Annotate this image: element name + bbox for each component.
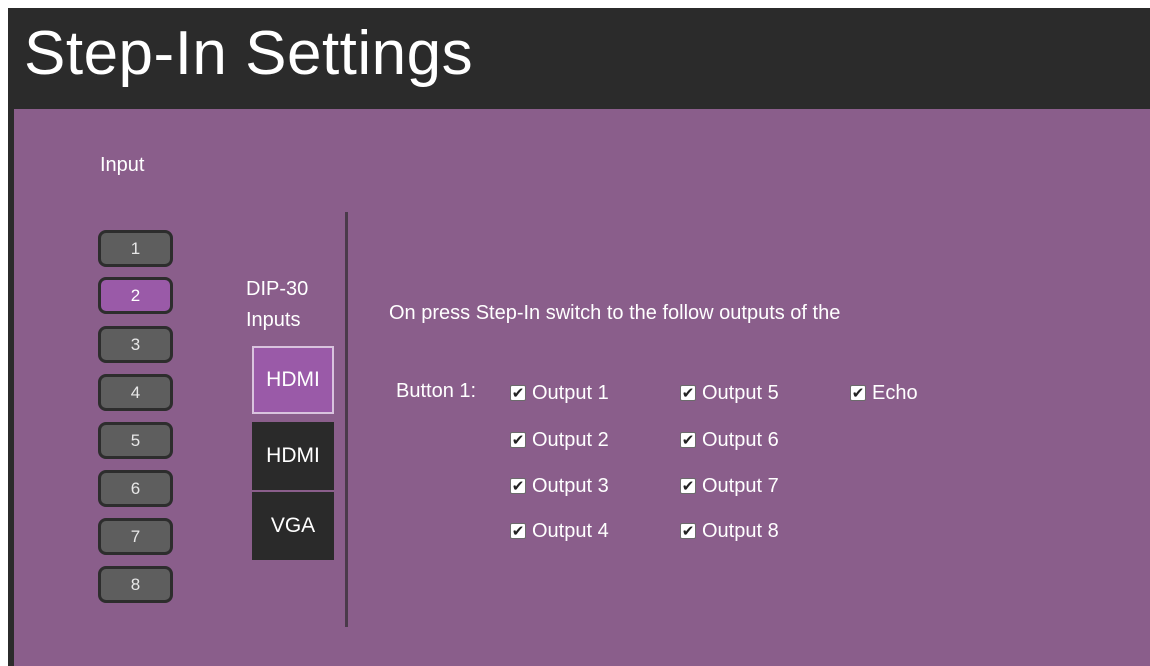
output-4-label: Output 4 <box>532 519 609 542</box>
checkmark-icon[interactable]: ✔ <box>680 523 696 539</box>
checkmark-icon[interactable]: ✔ <box>680 432 696 448</box>
input-button-1[interactable]: 1 <box>98 230 173 267</box>
header-bar: Step-In Settings <box>8 8 1150 108</box>
dip-label-line2: Inputs <box>246 309 301 331</box>
output-2-label: Output 2 <box>532 428 609 451</box>
output-5-checkbox[interactable]: ✔ Output 5 <box>680 380 779 406</box>
button-1-label: Button 1: <box>396 380 477 402</box>
page-title: Step-In Settings <box>24 19 474 88</box>
dip-label-line1: DIP-30 <box>246 278 309 300</box>
input-button-7[interactable]: 7 <box>98 518 173 555</box>
output-2-checkbox[interactable]: ✔ Output 2 <box>510 427 609 453</box>
dip-label: DIP-30 Inputs <box>246 274 342 336</box>
input-button-3[interactable]: 3 <box>98 326 173 363</box>
output-4-checkbox[interactable]: ✔ Output 4 <box>510 518 609 544</box>
input-button-8[interactable]: 8 <box>98 566 173 603</box>
output-5-label: Output 5 <box>702 381 779 404</box>
checkmark-icon[interactable]: ✔ <box>510 523 526 539</box>
output-1-checkbox[interactable]: ✔ Output 1 <box>510 380 609 406</box>
output-7-label: Output 7 <box>702 474 779 497</box>
output-7-checkbox[interactable]: ✔ Output 7 <box>680 473 779 499</box>
output-3-label: Output 3 <box>532 474 609 497</box>
output-8-checkbox[interactable]: ✔ Output 8 <box>680 518 779 544</box>
vertical-divider <box>345 212 348 627</box>
echo-label: Echo <box>872 381 918 404</box>
settings-panel: Input 1 2 3 4 5 6 7 8 DIP-30 Inputs HDMI… <box>14 109 1150 666</box>
checkmark-icon[interactable]: ✔ <box>510 432 526 448</box>
dip-source-vga[interactable]: VGA <box>252 492 334 560</box>
output-8-label: Output 8 <box>702 519 779 542</box>
dip-source-hdmi-2[interactable]: HDMI <box>252 422 334 490</box>
checkmark-icon[interactable]: ✔ <box>680 478 696 494</box>
input-button-5[interactable]: 5 <box>98 422 173 459</box>
checkmark-icon[interactable]: ✔ <box>680 385 696 401</box>
checkmark-icon[interactable]: ✔ <box>850 385 866 401</box>
stepin-instruction: On press Step-In switch to the follow ou… <box>389 302 841 324</box>
echo-checkbox[interactable]: ✔ Echo <box>850 380 918 406</box>
app-frame: Step-In Settings Input 1 2 3 4 5 6 7 8 D… <box>8 8 1150 666</box>
input-button-4[interactable]: 4 <box>98 374 173 411</box>
input-button-2[interactable]: 2 <box>98 277 173 314</box>
checkmark-icon[interactable]: ✔ <box>510 478 526 494</box>
input-section-title: Input <box>100 154 145 176</box>
checkmark-icon[interactable]: ✔ <box>510 385 526 401</box>
output-3-checkbox[interactable]: ✔ Output 3 <box>510 473 609 499</box>
output-6-label: Output 6 <box>702 428 779 451</box>
output-6-checkbox[interactable]: ✔ Output 6 <box>680 427 779 453</box>
input-button-6[interactable]: 6 <box>98 470 173 507</box>
dip-source-hdmi-1[interactable]: HDMI <box>252 346 334 414</box>
output-1-label: Output 1 <box>532 381 609 404</box>
